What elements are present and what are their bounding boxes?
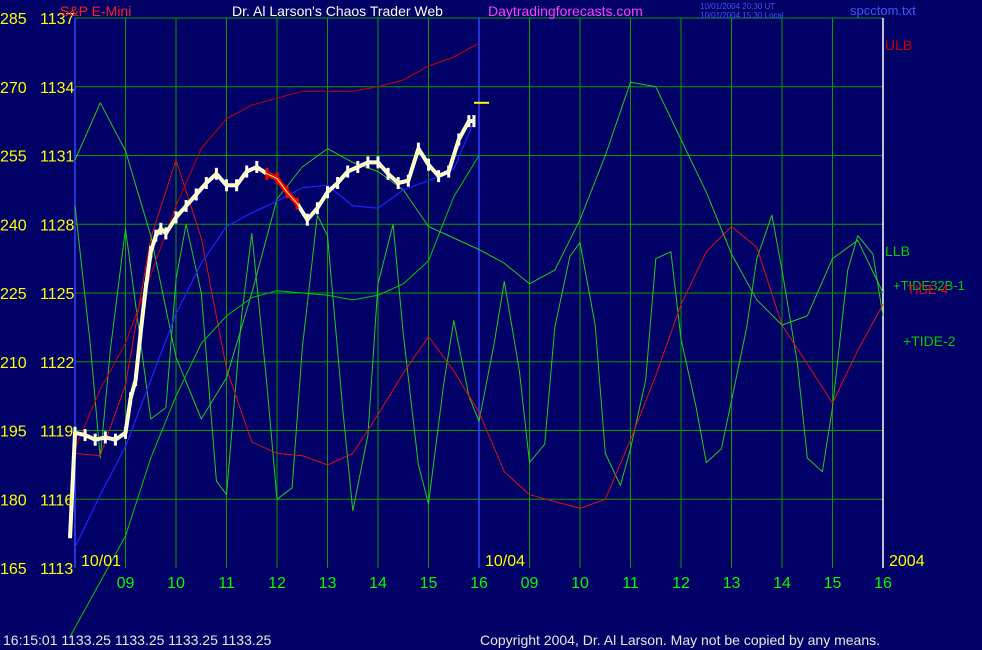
series-label: TIDE-4 [907, 282, 948, 297]
grid [74, 17, 884, 568]
series-layer [68, 42, 884, 638]
site-title: Dr. Al Larson's Chaos Trader Web [232, 3, 443, 19]
y-inner-tick-label: 1131 [40, 149, 75, 166]
x-tick-label: 12 [672, 575, 690, 592]
x-tick-label: 13 [723, 575, 741, 592]
y-inner-tick-label: 1134 [40, 80, 75, 97]
y-inner-tick-label: 1122 [40, 355, 75, 372]
x-tick-label: 12 [268, 575, 286, 592]
y-inner-tick-label: 1119 [40, 424, 73, 441]
copyright-notice: Copyright 2004, Dr. Al Larson. May not b… [480, 632, 881, 648]
x-tick-label: 11 [218, 575, 235, 592]
site-url-link[interactable]: Daytradingforecasts.com [488, 3, 643, 19]
x-tick-label: 09 [521, 575, 539, 592]
x-tick-label: 10 [571, 575, 589, 592]
series-label: LLB [885, 243, 910, 259]
y-outer-tick-label: 255 [0, 149, 27, 166]
y-outer-tick-label: 180 [0, 492, 27, 509]
y-outer-tick-label: 165 [0, 561, 27, 578]
y-inner-tick-label: 1113 [40, 561, 73, 578]
y-outer-tick-label: 210 [0, 355, 27, 372]
y-inner-tick-label: 1116 [40, 492, 73, 509]
ut-time-label: 10/01/2004 20:30 UT [700, 2, 776, 11]
local-time-label: 10/01/2004 15:30 Local [700, 11, 784, 20]
y-inner-tick-label: 1125 [40, 286, 75, 303]
x-tick-label: 13 [319, 575, 337, 592]
x-tick-label: 09 [117, 575, 135, 592]
file-name-label: spcctom.txt [850, 3, 916, 18]
y-outer-tick-label: 270 [0, 80, 27, 97]
date-label: 10/04 [485, 553, 525, 570]
y-outer-tick-label: 225 [0, 286, 27, 303]
x-tick-label: 14 [369, 575, 387, 592]
x-tick-label: 16 [470, 575, 488, 592]
y-outer-tick-label: 240 [0, 217, 27, 234]
quote-readout: 16:15:01 1133.25 1133.25 1133.25 1133.25 [3, 632, 272, 648]
series-label: +TIDE-2 [903, 333, 956, 349]
y-outer-tick-label: 195 [0, 424, 27, 441]
y-outer-tick-label: 285 [0, 11, 27, 28]
x-tick-label: 15 [420, 575, 438, 592]
date-label: 2004 [889, 553, 925, 570]
x-tick-label: 15 [824, 575, 842, 592]
moving-average-line [74, 120, 475, 548]
x-tick-label: 11 [622, 575, 639, 592]
y-inner-tick-label: 1128 [40, 217, 75, 234]
date-label: 10/01 [81, 553, 121, 570]
x-tick-label: 16 [874, 575, 892, 592]
x-tick-label: 10 [167, 575, 185, 592]
x-tick-label: 14 [773, 575, 791, 592]
instrument-title: S&P E-Mini [60, 3, 132, 19]
series-label: ULB [885, 37, 912, 53]
chaos-trader-chart: 1651801952102252402552702851113111611191… [0, 11, 965, 638]
